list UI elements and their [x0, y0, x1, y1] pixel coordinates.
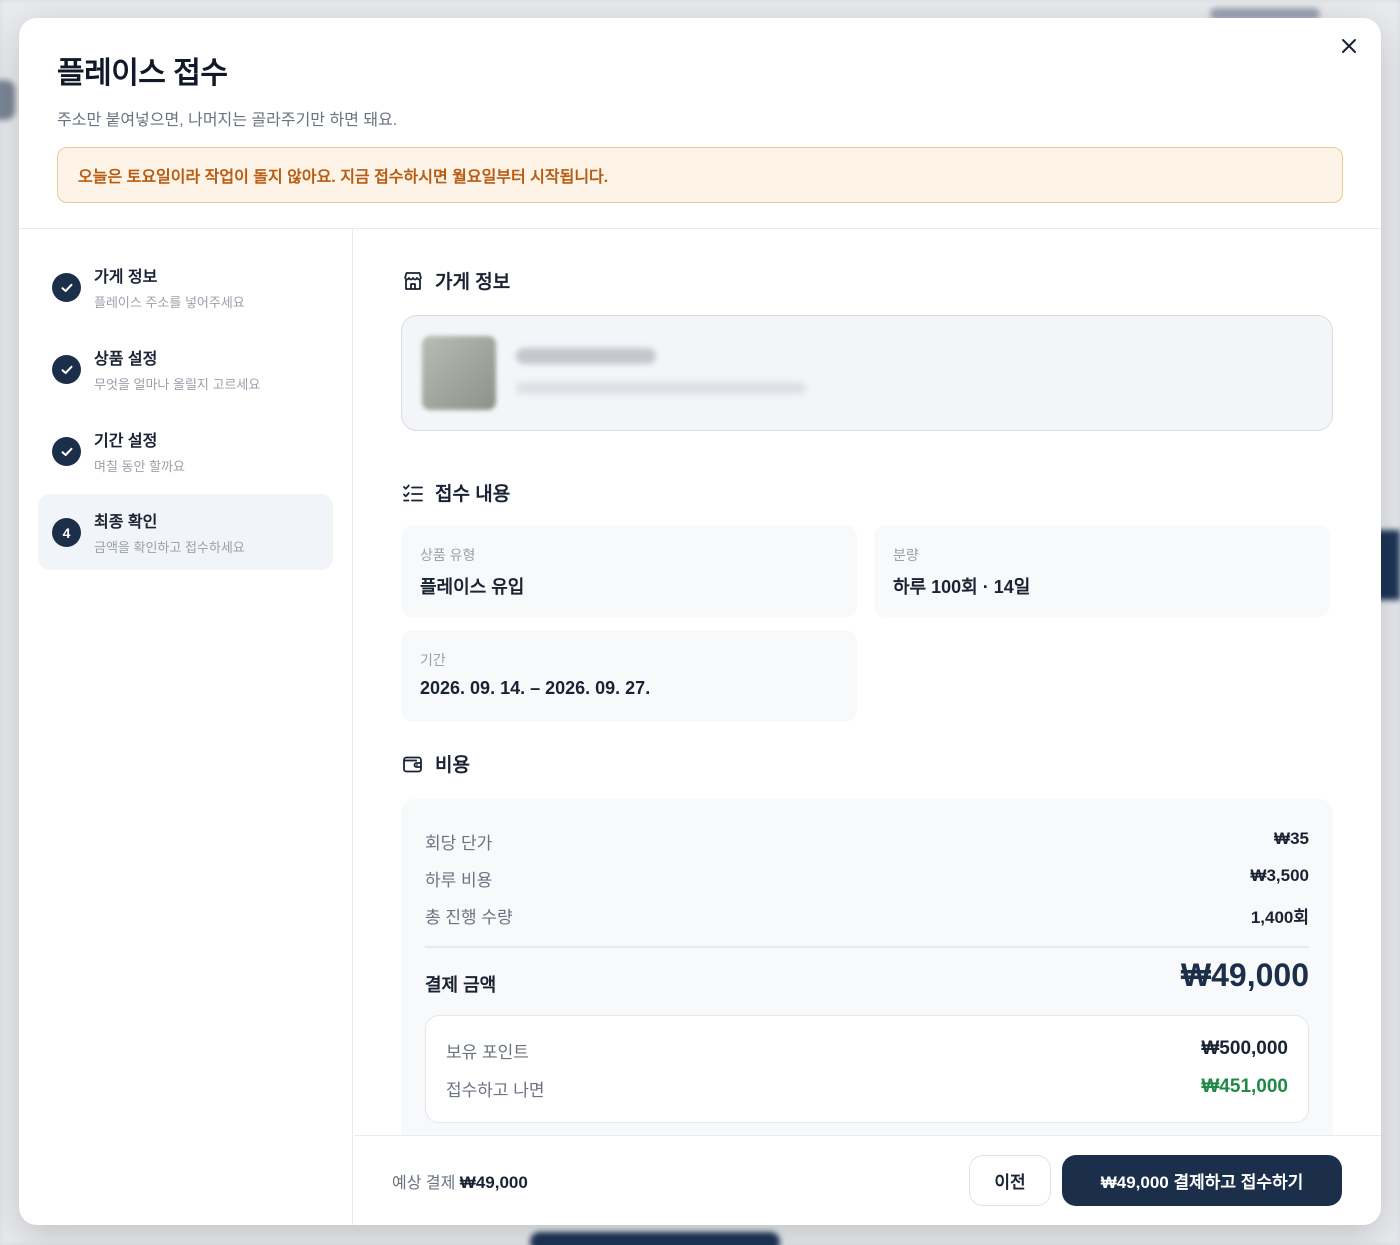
points-box: 보유 포인트 ₩500,000 접수하고 나면 ₩451,000 — [425, 1015, 1309, 1123]
total-count-label: 총 진행 수량 — [425, 908, 513, 927]
step-title: 기간 설정 — [94, 433, 158, 450]
step-sidebar: 가게 정보 플레이스 주소를 넣어주세요 상품 설정 무엇을 얼마나 올릴지 고… — [19, 229, 353, 1225]
quantity-card: 분량 하루 100회 · 14일 — [874, 525, 1330, 617]
check-icon — [52, 273, 81, 302]
daily-cost-label: 하루 비용 — [425, 871, 493, 890]
store-icon — [404, 271, 422, 290]
daily-cost-value: ₩3,500 — [1250, 866, 1309, 885]
store-address-redacted — [516, 382, 806, 394]
product-type-label: 상품 유형 — [420, 547, 476, 563]
dialog-subtitle: 주소만 붙여넣으면, 나머지는 골라주기만 하면 돼요. — [57, 112, 398, 129]
section-title: 가게 정보 — [435, 272, 511, 293]
total-label: 결제 금액 — [425, 975, 497, 995]
store-thumbnail — [422, 336, 496, 410]
section-title: 비용 — [435, 755, 470, 776]
cost-breakdown: 회당 단가 ₩35 하루 비용 ₩3,500 총 진행 수량 1,400회 결제… — [401, 799, 1333, 1155]
product-type-value: 플레이스 유입 — [420, 577, 525, 597]
step-desc: 금액을 확인하고 접수하세요 — [94, 540, 245, 555]
checklist-icon — [403, 484, 423, 501]
store-section-header: 가게 정보 — [401, 267, 510, 294]
remaining-points-row: 접수하고 나면 ₩451,000 — [446, 1076, 1288, 1101]
step-title: 가게 정보 — [94, 269, 158, 286]
wallet-icon — [403, 756, 422, 772]
owned-points-label: 보유 포인트 — [446, 1043, 529, 1062]
step-number: 4 — [52, 518, 81, 547]
period-card: 기간 2026. 09. 14. – 2026. 09. 27. — [401, 630, 857, 722]
unit-price-label: 회당 단가 — [425, 834, 493, 853]
close-icon — [1342, 39, 1356, 53]
store-name-redacted — [516, 348, 656, 364]
total-value: ₩49,000 — [1180, 957, 1309, 993]
background-shape — [0, 80, 15, 120]
submission-dialog: 플레이스 접수 주소만 붙여넣으면, 나머지는 골라주기만 하면 돼요. 오늘은… — [19, 18, 1381, 1225]
pay-and-submit-button[interactable]: ₩49,000 결제하고 접수하기 — [1062, 1155, 1342, 1206]
daily-cost-row: 하루 비용 ₩3,500 — [425, 866, 1309, 891]
step-final-confirm[interactable]: 4 최종 확인 금액을 확인하고 접수하세요 — [38, 494, 333, 570]
step-title: 최종 확인 — [94, 514, 158, 531]
summary-section-header: 접수 내용 — [401, 479, 510, 506]
unit-price-value: ₩35 — [1274, 829, 1309, 848]
dialog-header: 플레이스 접수 주소만 붙여넣으면, 나머지는 골라주기만 하면 돼요. — [57, 48, 1343, 130]
total-count-row: 총 진행 수량 1,400회 — [425, 903, 1309, 928]
unit-price-row: 회당 단가 ₩35 — [425, 829, 1309, 854]
step-store-info[interactable]: 가게 정보 플레이스 주소를 넣어주세요 — [38, 249, 333, 325]
cost-section-header: 비용 — [401, 750, 470, 777]
store-card — [401, 315, 1333, 431]
quantity-label: 분량 — [893, 547, 919, 563]
check-icon — [52, 355, 81, 384]
main-content: 가게 정보 접수 내용 상품 유형 플레이스 유입 분량 하루 100회 · 1… — [354, 229, 1381, 1155]
owned-points-row: 보유 포인트 ₩500,000 — [446, 1038, 1288, 1063]
estimate-label: 예상 결제 — [392, 1175, 460, 1192]
step-desc: 플레이스 주소를 넣어주세요 — [94, 295, 245, 310]
period-value: 2026. 09. 14. – 2026. 09. 27. — [420, 678, 651, 698]
section-title: 접수 내용 — [435, 484, 511, 505]
estimate-value: ₩49,000 — [459, 1173, 528, 1192]
step-period-settings[interactable]: 기간 설정 며칠 동안 할까요 — [38, 413, 333, 489]
step-desc: 며칠 동안 할까요 — [94, 459, 185, 474]
remaining-points-value: ₩451,000 — [1201, 1076, 1288, 1097]
cost-divider — [425, 946, 1309, 948]
background-pill — [530, 1232, 780, 1245]
check-icon — [52, 437, 81, 466]
step-product-settings[interactable]: 상품 설정 무엇을 얼마나 올릴지 고르세요 — [38, 331, 333, 407]
step-title: 상품 설정 — [94, 351, 158, 368]
dialog-title: 플레이스 접수 — [57, 57, 228, 90]
product-type-card: 상품 유형 플레이스 유입 — [401, 525, 857, 617]
weekend-notice: 오늘은 토요일이라 작업이 돌지 않아요. 지금 접수하시면 월요일부터 시작됩… — [57, 147, 1343, 203]
owned-points-value: ₩500,000 — [1201, 1038, 1288, 1059]
total-count-value: 1,400회 — [1250, 908, 1309, 927]
remaining-points-label: 접수하고 나면 — [446, 1081, 545, 1100]
step-desc: 무엇을 얼마나 올릴지 고르세요 — [94, 377, 261, 392]
previous-button[interactable]: 이전 — [969, 1155, 1051, 1206]
quantity-value: 하루 100회 · 14일 — [893, 577, 1031, 597]
estimate-payment: 예상 결제 ₩49,000 — [392, 1169, 528, 1193]
period-label: 기간 — [420, 652, 446, 668]
dialog-footer: 예상 결제 ₩49,000 이전 ₩49,000 결제하고 접수하기 — [354, 1135, 1381, 1225]
